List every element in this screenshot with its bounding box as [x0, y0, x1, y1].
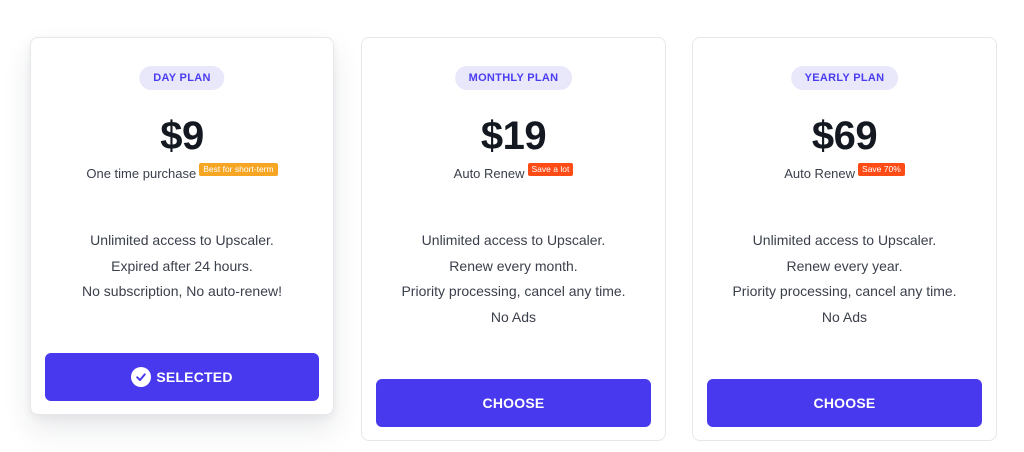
feature-item: Unlimited access to Upscaler. — [421, 232, 606, 248]
plan-card-monthly[interactable]: MONTHLY PLAN $19 Auto Renew Save a lot U… — [361, 37, 666, 441]
plan-billing-line: Auto Renew Save 70% — [693, 163, 996, 181]
feature-item: No subscription, No auto-renew! — [82, 283, 282, 299]
feature-item: Unlimited access to Upscaler. — [90, 232, 274, 248]
plan-name-badge: DAY PLAN — [139, 66, 225, 90]
billing-type-label: Auto Renew — [453, 166, 525, 181]
plan-price: $69 — [811, 114, 878, 158]
plan-card-yearly[interactable]: YEARLY PLAN $69 Auto Renew Save 70% Unli… — [692, 37, 997, 441]
promo-tag: Best for short-term — [199, 163, 278, 176]
plan-price: $9 — [160, 114, 204, 158]
plan-price: $19 — [480, 114, 547, 158]
feature-item: Renew every month. — [449, 257, 578, 274]
feature-item: Expired after 24 hours. — [111, 257, 253, 274]
check-circle-icon — [131, 367, 152, 387]
billing-type-label: One time purchase — [86, 166, 197, 181]
feature-item: No Ads — [821, 308, 868, 325]
feature-item: Priority processing, cancel any time. — [732, 283, 957, 299]
plan-name-badge: MONTHLY PLAN — [454, 66, 573, 90]
feature-item: Priority processing, cancel any time. — [401, 283, 626, 299]
billing-type-label: Auto Renew — [784, 166, 856, 181]
feature-list: Unlimited access to Upscaler. Renew ever… — [693, 228, 996, 330]
plan-billing-line: Auto Renew Save a lot — [362, 163, 665, 181]
choose-yearly-button[interactable]: CHOOSE — [707, 379, 982, 427]
feature-item: Renew every year. — [786, 257, 903, 274]
plan-card-day[interactable]: DAY PLAN $9 One time purchase Best for s… — [30, 37, 334, 415]
plan-name-badge: YEARLY PLAN — [790, 66, 899, 90]
promo-tag: Save a lot — [527, 163, 574, 176]
selected-button-label: SELECTED — [156, 369, 233, 385]
promo-tag: Save 70% — [858, 163, 905, 176]
feature-list: Unlimited access to Upscaler. Expired af… — [31, 228, 333, 305]
choose-monthly-button[interactable]: CHOOSE — [376, 379, 651, 427]
plan-billing-line: One time purchase Best for short-term — [31, 163, 333, 181]
feature-item: Unlimited access to Upscaler. — [752, 232, 937, 248]
feature-item: No Ads — [490, 308, 537, 325]
selected-button[interactable]: SELECTED — [45, 353, 319, 401]
feature-list: Unlimited access to Upscaler. Renew ever… — [362, 228, 665, 330]
